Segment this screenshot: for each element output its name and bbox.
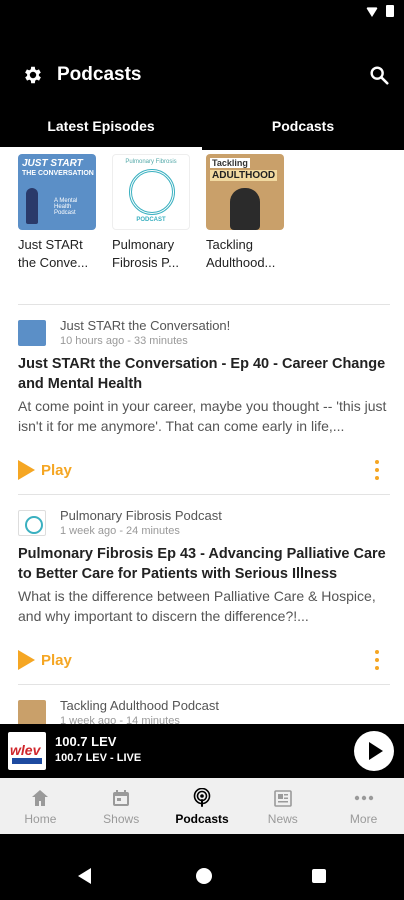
episode-title: Pulmonary Fibrosis Ep 43 - Advancing Pal… — [18, 546, 386, 582]
home-icon — [32, 790, 49, 806]
episode-meta: 1 week ago - 24 minutes — [60, 525, 180, 537]
settings-gear-icon[interactable] — [22, 64, 44, 86]
station-logo: wlev — [8, 732, 46, 770]
play-button[interactable]: Play — [18, 650, 72, 670]
system-navigation-bar — [0, 834, 404, 900]
status-bar — [0, 0, 404, 24]
show-name: Tackling Adulthood... — [206, 237, 276, 270]
episode-show-name: Tackling Adulthood Podcast — [60, 698, 219, 713]
station-logo-text: wlev — [10, 742, 41, 758]
show-artwork: Tackling ADULTHOOD — [206, 154, 284, 230]
show-name: Pulmonary Fibrosis P... — [112, 237, 179, 270]
more-options-icon[interactable] — [374, 460, 380, 480]
nav-news[interactable]: News — [242, 778, 323, 834]
play-icon — [18, 460, 35, 480]
episode-meta: 10 hours ago - 33 minutes — [60, 335, 188, 347]
play-label: Play — [41, 461, 72, 479]
nav-home[interactable]: Home — [0, 778, 81, 834]
now-playing-bar[interactable]: wlev 100.7 LEV 100.7 LEV - LIVE — [0, 724, 404, 778]
show-thumbnail — [18, 700, 46, 724]
nav-shows[interactable]: Shows — [81, 778, 162, 834]
content-area: JUST START THE CONVERSATION A Mental Hea… — [0, 150, 404, 724]
app-bar: Podcasts Latest Episodes Podcasts — [0, 24, 404, 150]
page-title: Podcasts — [57, 64, 142, 85]
artwork-title: JUST START — [22, 158, 83, 169]
artwork-subtitle: PODCAST — [136, 217, 166, 223]
play-label: Play — [41, 651, 72, 669]
show-artwork: Pulmonary Fibrosis PODCAST — [112, 154, 190, 230]
calendar-icon — [113, 790, 130, 806]
show-thumbnail — [18, 510, 46, 536]
divider — [18, 494, 390, 495]
nav-label: Podcasts — [175, 812, 229, 826]
battery-icon — [386, 5, 394, 17]
divider — [18, 684, 390, 685]
episode-show-name: Pulmonary Fibrosis Podcast — [60, 508, 222, 523]
nav-label: Home — [24, 812, 57, 826]
shows-carousel: JUST START THE CONVERSATION A Mental Hea… — [18, 154, 284, 272]
episode-card[interactable]: Pulmonary Fibrosis Podcast 1 week ago - … — [18, 508, 390, 684]
artwork-note: A Mental Health Podcast — [54, 198, 78, 216]
person-figure — [26, 188, 38, 224]
show-card[interactable]: JUST START THE CONVERSATION A Mental Hea… — [18, 154, 96, 272]
nav-more[interactable]: More — [323, 778, 404, 834]
more-options-icon[interactable] — [374, 650, 380, 670]
episode-card[interactable]: Tackling Adulthood Podcast 1 week ago - … — [18, 698, 390, 724]
artwork-subtitle: ADULTHOOD — [210, 170, 278, 181]
station-subtitle: 100.7 LEV - LIVE — [55, 752, 142, 764]
lungs-icon — [129, 169, 175, 215]
show-card[interactable]: Pulmonary Fibrosis PODCAST Pulmonary Fib… — [112, 154, 190, 272]
nav-label: News — [267, 812, 298, 826]
artwork-title: Tackling — [210, 158, 250, 168]
episode-title: Just STARt the Conversation - Ep 40 - Ca… — [18, 356, 386, 392]
show-name: Just STARt the Conve... — [18, 237, 89, 270]
person-figure — [230, 188, 260, 230]
artwork-subtitle: THE CONVERSATION — [22, 170, 94, 177]
divider — [18, 304, 390, 305]
show-artwork: JUST START THE CONVERSATION A Mental Hea… — [18, 154, 96, 230]
play-button[interactable]: Play — [18, 460, 72, 480]
nav-label: More — [349, 812, 378, 826]
nav-label: Shows — [103, 812, 140, 826]
episode-description: What is the difference between Palliativ… — [18, 588, 376, 624]
play-icon — [18, 650, 35, 670]
nav-podcasts[interactable]: Podcasts — [162, 778, 243, 834]
episode-meta: 1 week ago - 14 minutes — [60, 715, 180, 724]
newspaper-icon — [273, 790, 292, 807]
artwork-title: Pulmonary Fibrosis — [125, 159, 177, 165]
recent-apps-icon[interactable] — [312, 869, 326, 883]
tab-podcasts[interactable]: Podcasts — [202, 109, 404, 150]
podcast-icon — [193, 788, 211, 807]
home-circle-icon[interactable] — [196, 868, 212, 884]
tab-latest-episodes[interactable]: Latest Episodes — [0, 109, 202, 150]
player-play-button[interactable] — [354, 731, 394, 771]
back-icon[interactable] — [78, 868, 91, 884]
show-thumbnail — [18, 320, 46, 346]
search-icon[interactable] — [368, 64, 390, 86]
bottom-navigation: Home Shows Podcasts News More — [0, 778, 404, 834]
tab-bar: Latest Episodes Podcasts — [0, 109, 404, 150]
more-icon — [354, 795, 373, 801]
show-card[interactable]: Tackling ADULTHOOD Tackling Adulthood... — [206, 154, 284, 272]
station-name: 100.7 LEV — [55, 734, 117, 749]
episode-show-name: Just STARt the Conversation! — [60, 318, 231, 333]
episode-card[interactable]: Just STARt the Conversation! 10 hours ag… — [18, 318, 390, 494]
episode-description: At come point in your career, maybe you … — [18, 398, 387, 434]
wifi-icon — [366, 7, 378, 17]
